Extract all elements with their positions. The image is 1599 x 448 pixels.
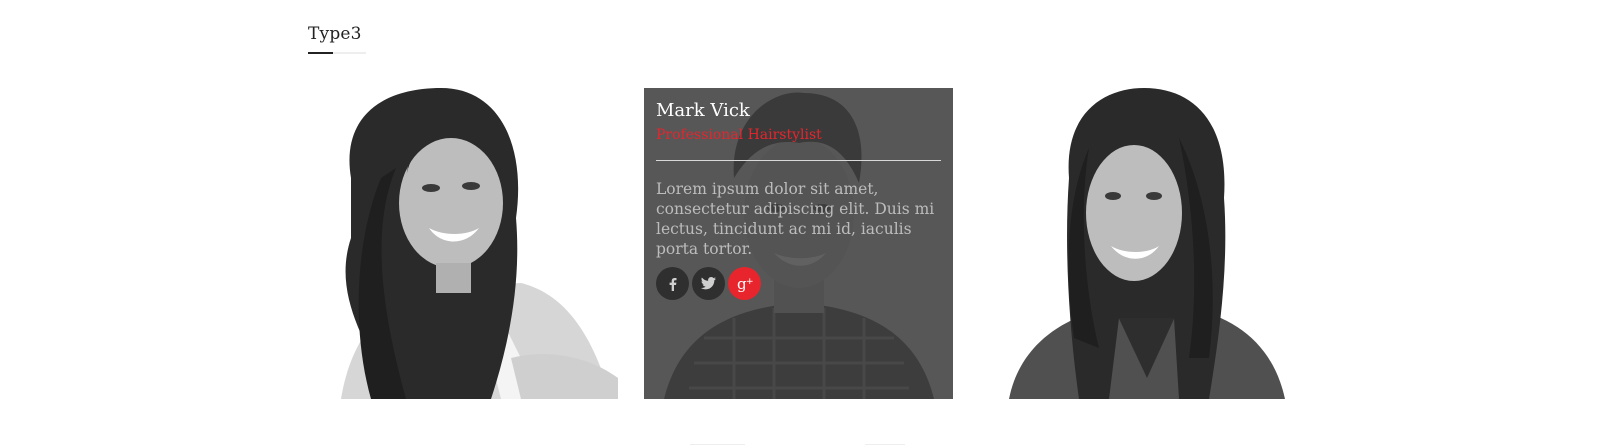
team-member-card-3[interactable] [1009, 88, 1285, 399]
section-heading: Type3 [308, 24, 362, 44]
member-photo-3 [1009, 88, 1285, 399]
facebook-button[interactable] [656, 267, 689, 300]
team-member-card-2[interactable]: Mark Vick Professional Hairstylist Lorem… [644, 88, 953, 399]
member-photo-1 [311, 88, 618, 399]
google-plus-button[interactable]: g + [728, 267, 761, 300]
team-page: Type3 Mark Vick Professional Hairstylist… [0, 0, 1599, 448]
heading-underline [308, 52, 366, 54]
google-plus-icon: g + [737, 276, 754, 292]
member-info-overlay: Mark Vick Professional Hairstylist Lorem… [644, 88, 953, 399]
svg-text:+: + [746, 277, 754, 287]
team-member-card-1[interactable] [311, 88, 618, 399]
heading-underline-accent [308, 52, 333, 54]
twitter-button[interactable] [692, 267, 725, 300]
member-bio: Lorem ipsum dolor sit amet, consectetur … [656, 180, 935, 258]
faint-divider-right [865, 444, 905, 445]
twitter-icon [701, 277, 716, 290]
member-divider [656, 160, 941, 161]
member-role: Professional Hairstylist [656, 127, 822, 143]
social-links: g + [656, 267, 941, 300]
faint-divider-left [690, 444, 745, 445]
member-name: Mark Vick [656, 100, 750, 121]
facebook-icon [669, 277, 676, 291]
